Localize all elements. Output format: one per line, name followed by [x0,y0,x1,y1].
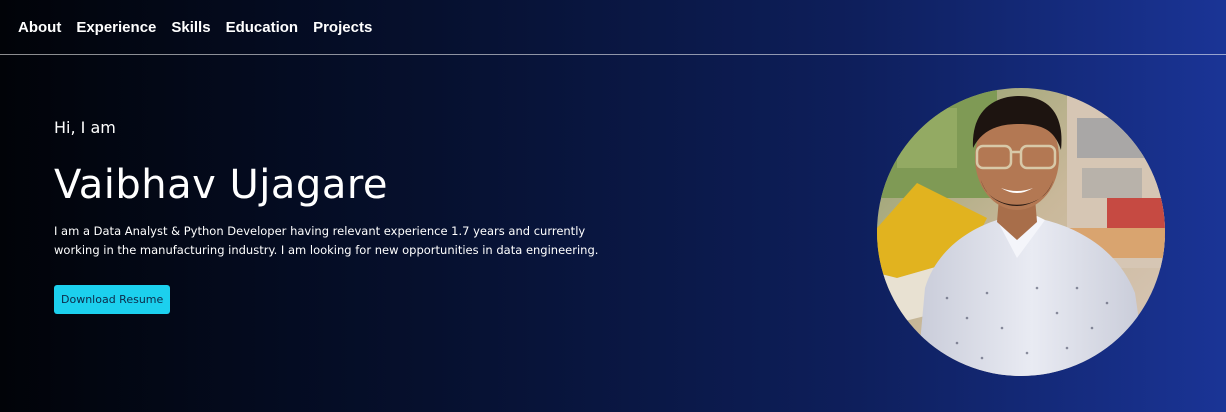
nav-links: About Experience Skills Education Projec… [18,18,372,38]
top-navbar: About Experience Skills Education Projec… [0,0,1226,55]
hero-name: Vaibhav Ujagare [54,162,389,208]
hero-section: Hi, I am Vaibhav Ujagare I am a Data Ana… [54,116,654,314]
download-resume-button[interactable]: Download Resume [54,285,171,314]
profile-photo [877,88,1165,376]
hero-bio: I am a Data Analyst & Python Developer h… [54,224,599,257]
nav-item-skills[interactable]: Skills [171,18,210,38]
nav-item-experience[interactable]: Experience [76,18,156,38]
hero-greeting: Hi, I am [54,118,116,137]
nav-item-education[interactable]: Education [226,18,299,38]
nav-item-projects[interactable]: Projects [313,18,372,38]
nav-item-about[interactable]: About [18,18,61,38]
profile-photo-image [877,88,1165,376]
